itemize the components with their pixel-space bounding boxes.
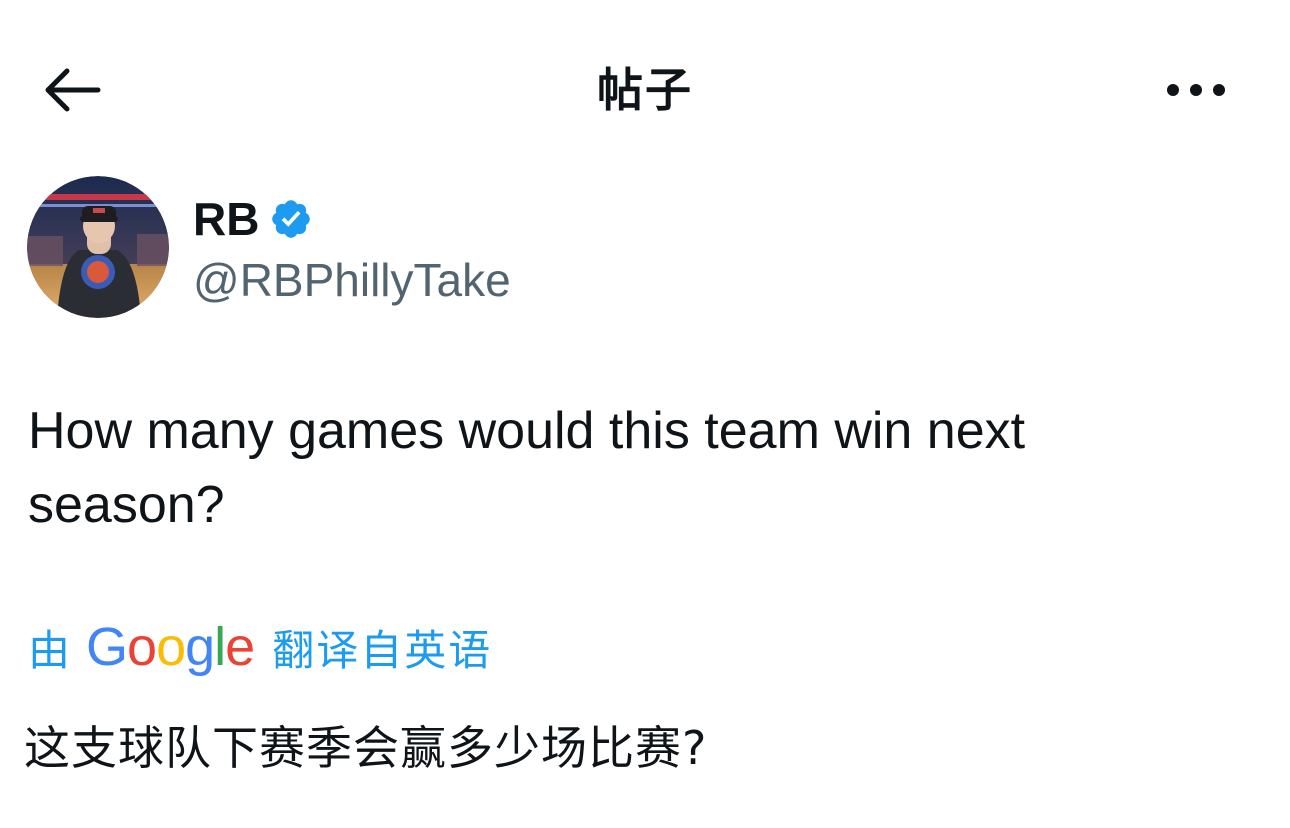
display-name[interactable]: RB <box>193 192 259 246</box>
verified-badge-icon <box>269 197 313 241</box>
avatar[interactable] <box>27 176 169 318</box>
translation-attribution[interactable]: 由 Google 翻译自英语 <box>28 612 492 682</box>
user-handle[interactable]: @RBPhillyTake <box>193 253 511 307</box>
google-logo-letter: G <box>86 617 128 677</box>
avatar-photo <box>27 176 169 318</box>
more-horizontal-icon <box>1167 84 1225 96</box>
translated-from-label: 翻译自英语 <box>272 625 493 675</box>
post-author: RB @RBPhillyTake <box>27 176 511 318</box>
author-meta: RB @RBPhillyTake <box>193 187 511 307</box>
google-logo-letter: g <box>185 617 215 677</box>
post-detail-page: 帖子 RB @RBPhillyTake How many games would… <box>0 0 1290 828</box>
page-title: 帖子 <box>597 63 693 117</box>
google-logo-letter: e <box>225 617 255 677</box>
google-logo-letter: l <box>214 617 226 677</box>
translated-by-label: 由 <box>28 625 71 675</box>
top-navigation-bar: 帖子 <box>0 0 1290 175</box>
google-logo-letter: o <box>127 617 157 677</box>
google-logo-letter: o <box>156 617 186 677</box>
more-options-button[interactable] <box>1158 60 1234 120</box>
name-row: RB <box>193 187 511 251</box>
post-text: How many games would this team win next … <box>28 402 1026 534</box>
translated-post-text: 这支球队下赛季会赢多少场比赛? <box>24 721 708 775</box>
google-logo: Google <box>86 616 255 678</box>
